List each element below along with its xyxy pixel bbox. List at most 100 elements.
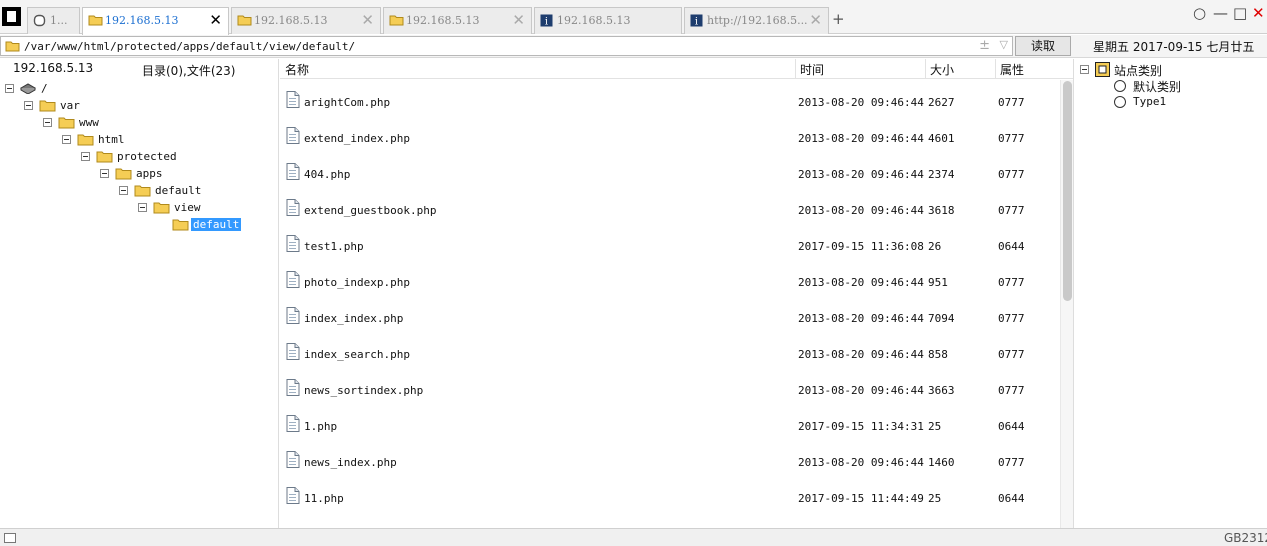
- column-divider[interactable]: [795, 59, 796, 79]
- tab-label: 192.168.5.13: [406, 14, 480, 27]
- folder-icon: [58, 116, 75, 132]
- collapse-icon[interactable]: [5, 84, 14, 93]
- tree-node-apps[interactable]: apps: [100, 166, 180, 182]
- collapse-icon[interactable]: [24, 101, 33, 110]
- app-logo-icon: [2, 7, 21, 26]
- file-icon: [286, 271, 300, 291]
- column-header-name[interactable]: 名称: [285, 61, 309, 78]
- folder-icon: [389, 14, 404, 29]
- collapse-icon[interactable]: [1080, 65, 1089, 74]
- vertical-scrollbar[interactable]: [1060, 80, 1073, 528]
- category-root-label: 站点类别: [1114, 64, 1163, 78]
- file-icon: [286, 91, 300, 111]
- circle-button[interactable]: ○: [1193, 5, 1206, 21]
- read-button[interactable]: 读取: [1015, 36, 1071, 56]
- tab-1[interactable]: 1...: [27, 7, 80, 34]
- file-row[interactable]: test1.php 2017-09-15 11:36:08 26 0644: [280, 226, 1060, 262]
- tab-6[interactable]: i http://192.168.5... ✕: [684, 7, 829, 34]
- column-header-attr[interactable]: 属性: [1000, 61, 1024, 78]
- maximize-button[interactable]: □: [1233, 5, 1247, 21]
- file-attr: 0644: [998, 420, 1025, 433]
- list-header: 名称 时间 大小 属性: [280, 59, 1073, 79]
- file-row[interactable]: index_index.php 2013-08-20 09:46:44 7094 07…: [280, 298, 1060, 334]
- tree-node-html[interactable]: html: [62, 132, 132, 148]
- tree-node-root[interactable]: /: [5, 81, 65, 97]
- tree-node-default-selected[interactable]: default: [157, 217, 257, 233]
- folder-icon: [39, 99, 56, 115]
- tab-close-icon[interactable]: ✕: [809, 11, 822, 29]
- collapse-icon[interactable]: [100, 169, 109, 178]
- file-row[interactable]: extend_guestbook.php 2013-08-20 09:46:44 3…: [280, 190, 1060, 226]
- tab-close-icon[interactable]: ✕: [361, 11, 374, 29]
- file-name: extend_guestbook.php: [304, 204, 437, 217]
- status-bar: GB2312: [0, 528, 1267, 546]
- tab-close-icon[interactable]: ✕: [512, 11, 525, 29]
- tree-node-var[interactable]: var: [24, 98, 84, 114]
- file-size: 3618: [928, 204, 955, 217]
- file-row[interactable]: 404.php 2013-08-20 09:46:44 2374 0777: [280, 154, 1060, 190]
- path-input[interactable]: /var/www/html/protected/apps/default/vie…: [0, 36, 1013, 56]
- file-name: test1.php: [304, 240, 364, 253]
- collapse-icon[interactable]: [43, 118, 52, 127]
- file-time: 2013-08-20 09:46:44: [798, 96, 924, 109]
- category-item-type1[interactable]: Type1: [1114, 94, 1234, 110]
- file-row[interactable]: news_index.php 2013-08-20 09:46:44 1460 077…: [280, 442, 1060, 478]
- file-row[interactable]: index_search.php 2013-08-20 09:46:44 858 07…: [280, 334, 1060, 370]
- category-item-label: 默认类别: [1133, 80, 1182, 94]
- collapse-icon[interactable]: [62, 135, 71, 144]
- category-icon: [1095, 62, 1110, 80]
- folder-icon: [153, 201, 170, 217]
- file-row[interactable]: arightCom.php 2013-08-20 09:46:44 2627 0777: [280, 82, 1060, 118]
- tab-close-icon[interactable]: ✕: [209, 11, 222, 29]
- encoding-label[interactable]: GB2312: [1224, 531, 1267, 545]
- file-row[interactable]: news_sortindex.php 2013-08-20 09:46:44 366…: [280, 370, 1060, 406]
- file-row[interactable]: 11.php 2017-09-15 11:44:49 25 0644: [280, 478, 1060, 514]
- category-item-default[interactable]: 默认类别: [1114, 78, 1234, 94]
- new-tab-button[interactable]: +: [832, 10, 845, 28]
- folder-icon: [96, 150, 113, 166]
- tree-label: html: [98, 133, 125, 146]
- directory-tree-panel: 192.168.5.13 目录(0),文件(23) / var www html: [0, 59, 279, 528]
- tree-node-view[interactable]: view: [138, 200, 218, 216]
- collapse-icon[interactable]: [119, 186, 128, 195]
- site-radio-icon[interactable]: [1114, 80, 1126, 92]
- close-window-button[interactable]: ✕: [1252, 5, 1265, 21]
- column-header-size[interactable]: 大小: [930, 61, 954, 78]
- plus-minus-icon[interactable]: ±: [979, 38, 990, 53]
- file-time: 2013-08-20 09:46:44: [798, 276, 924, 289]
- file-icon: [286, 379, 300, 399]
- file-row[interactable]: extend_index.php 2013-08-20 09:46:44 4601 0…: [280, 118, 1060, 154]
- tree-node-www[interactable]: www: [43, 115, 103, 131]
- collapse-icon[interactable]: [138, 203, 147, 212]
- address-bar: /var/www/html/protected/apps/default/vie…: [0, 35, 1267, 58]
- column-divider[interactable]: [995, 59, 996, 79]
- file-attr: 0777: [998, 348, 1025, 361]
- file-time: 2017-09-15 11:44:49: [798, 492, 924, 505]
- tab-4[interactable]: 192.168.5.13 ✕: [383, 7, 532, 34]
- dir-summary: 目录(0),文件(23): [142, 64, 236, 78]
- file-row[interactable]: 1.php 2017-09-15 11:34:31 25 0644: [280, 406, 1060, 442]
- file-size: 25: [928, 420, 942, 433]
- host-label: 192.168.5.13: [13, 61, 94, 75]
- file-name: 11.php: [304, 492, 344, 505]
- tree-label: default: [155, 184, 202, 197]
- file-row[interactable]: photo_indexp.php 2013-08-20 09:46:44 951 07…: [280, 262, 1060, 298]
- info-icon: i: [690, 14, 703, 30]
- site-radio-icon[interactable]: [1114, 96, 1126, 108]
- dropdown-icon[interactable]: ▽: [1000, 38, 1008, 51]
- minimize-button[interactable]: —: [1213, 5, 1228, 21]
- file-size: 26: [928, 240, 942, 253]
- tab-label: 192.168.5.13: [557, 14, 631, 27]
- tab-2[interactable]: 192.168.5.13 ✕: [82, 7, 229, 35]
- collapse-icon[interactable]: [81, 152, 90, 161]
- tab-3[interactable]: 192.168.5.13 ✕: [231, 7, 381, 34]
- tab-5[interactable]: i 192.168.5.13: [534, 7, 682, 34]
- tree-node-protected[interactable]: protected: [81, 149, 191, 165]
- category-root[interactable]: 站点类别: [1080, 62, 1200, 78]
- file-attr: 0777: [998, 204, 1025, 217]
- tree-node-default[interactable]: default: [119, 183, 219, 199]
- column-divider[interactable]: [925, 59, 926, 79]
- file-attr: 0777: [998, 456, 1025, 469]
- column-header-time[interactable]: 时间: [800, 61, 824, 78]
- scrollbar-thumb[interactable]: [1063, 81, 1072, 301]
